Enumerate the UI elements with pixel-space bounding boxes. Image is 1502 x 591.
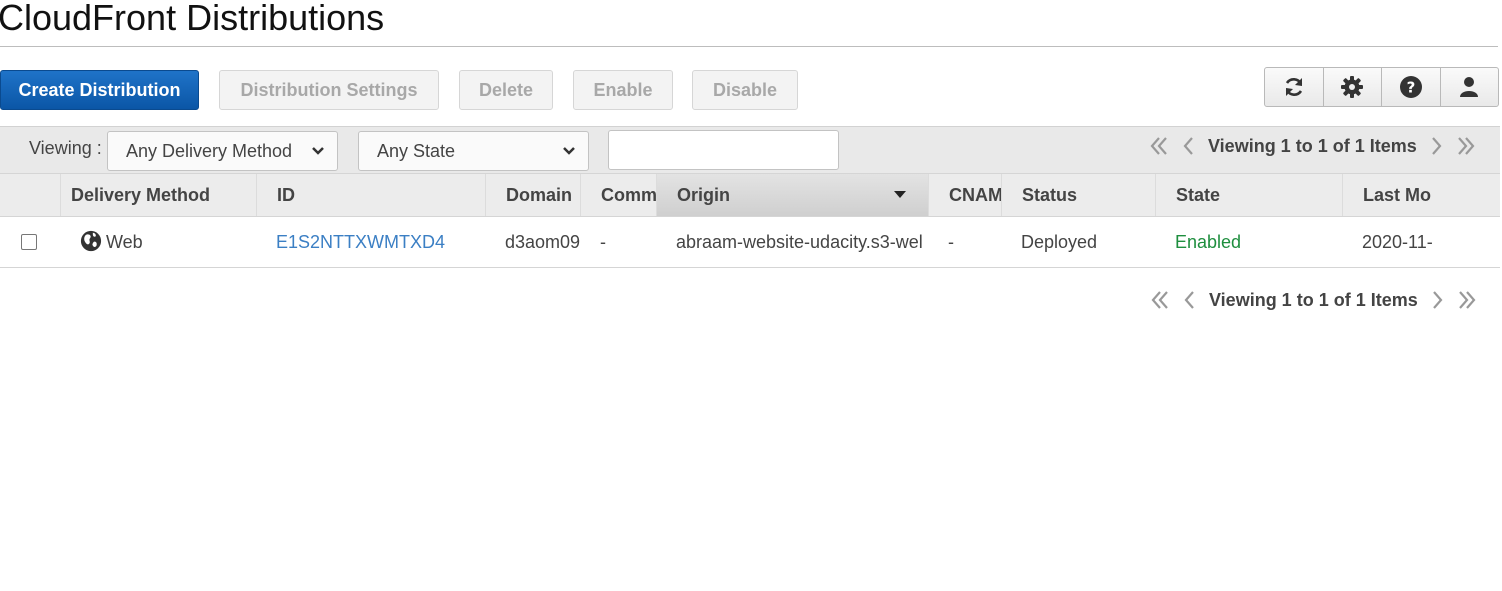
pager-top-text: Viewing 1 to 1 of 1 Items (1208, 135, 1417, 156)
table-row[interactable]: Web E1S2NTTXWMTXD4 d3aom09 - abraam-webs… (0, 218, 1500, 268)
previous-page-icon[interactable] (1179, 289, 1201, 311)
column-origin[interactable]: Origin (656, 174, 928, 216)
state-select[interactable]: Any State (358, 131, 589, 171)
pager-bottom-text: Viewing 1 to 1 of 1 Items (1209, 289, 1418, 310)
column-last-modified[interactable]: Last Mo (1342, 174, 1435, 216)
previous-page-icon[interactable] (1178, 135, 1200, 157)
pager-bottom: Viewing 1 to 1 of 1 Items (1149, 288, 1478, 312)
first-page-icon[interactable] (1148, 135, 1170, 157)
column-delivery-method[interactable]: Delivery Method (60, 174, 256, 216)
settings-button[interactable] (1324, 68, 1382, 106)
select-all-column (0, 174, 60, 216)
delivery-method-select-value: Any Delivery Method (126, 141, 293, 161)
distribution-id-link[interactable]: E1S2NTTXWMTXD4 (256, 218, 485, 267)
viewing-label: Viewing : (29, 138, 102, 158)
title-divider (0, 46, 1498, 47)
next-page-icon[interactable] (1425, 135, 1447, 157)
refresh-button[interactable] (1265, 68, 1324, 106)
delivery-method-value: Web (106, 232, 143, 252)
refresh-icon (1285, 78, 1302, 96)
status-cell: Deployed (1021, 232, 1098, 252)
column-comment[interactable]: Comm (580, 174, 656, 216)
column-state[interactable]: State (1155, 174, 1342, 216)
column-domain[interactable]: Domain (485, 174, 580, 216)
delivery-method-select[interactable]: Any Delivery Method (107, 131, 338, 171)
row-checkbox[interactable] (21, 234, 37, 250)
enable-button[interactable]: Enable (573, 70, 673, 110)
sort-descending-icon (894, 191, 906, 198)
account-button[interactable] (1441, 68, 1499, 106)
last-modified-cell: 2020-11- (1362, 232, 1433, 252)
globe-icon (80, 230, 102, 252)
user-icon (1460, 77, 1479, 97)
domain-cell: d3aom09 (505, 232, 580, 252)
state-select-value: Any State (377, 141, 456, 161)
column-id[interactable]: ID (256, 174, 485, 216)
distribution-settings-button[interactable]: Distribution Settings (219, 70, 439, 110)
cname-cell: - (948, 232, 954, 252)
disable-button[interactable]: Disable (692, 70, 798, 110)
comment-cell: - (600, 232, 606, 252)
column-origin-label: Origin (677, 185, 730, 205)
table-header: Delivery Method ID Domain Comm Origin CN… (0, 173, 1500, 217)
column-status[interactable]: Status (1001, 174, 1155, 216)
chevron-down-icon (312, 147, 324, 155)
chevron-down-icon (563, 147, 575, 155)
help-button[interactable]: ? (1382, 68, 1441, 106)
search-input[interactable] (608, 130, 839, 170)
first-page-icon[interactable] (1149, 289, 1171, 311)
create-distribution-button[interactable]: Create Distribution (0, 70, 199, 110)
gear-icon (1341, 76, 1364, 98)
last-page-icon[interactable] (1455, 135, 1477, 157)
state-cell: Enabled (1175, 232, 1242, 252)
column-cname[interactable]: CNAM (928, 174, 1001, 216)
next-page-icon[interactable] (1426, 289, 1448, 311)
icon-toolbar: ? (1264, 67, 1499, 107)
page-title: CloudFront Distributions (0, 0, 385, 38)
svg-text:?: ? (1406, 79, 1415, 97)
delete-button[interactable]: Delete (459, 70, 553, 110)
last-page-icon[interactable] (1456, 289, 1478, 311)
delivery-method-cell: Web (80, 218, 256, 267)
pager-top: Viewing 1 to 1 of 1 Items (1148, 134, 1477, 158)
origin-cell: abraam-website-udacity.s3-wel (676, 232, 923, 252)
help-icon: ? (1399, 76, 1422, 98)
